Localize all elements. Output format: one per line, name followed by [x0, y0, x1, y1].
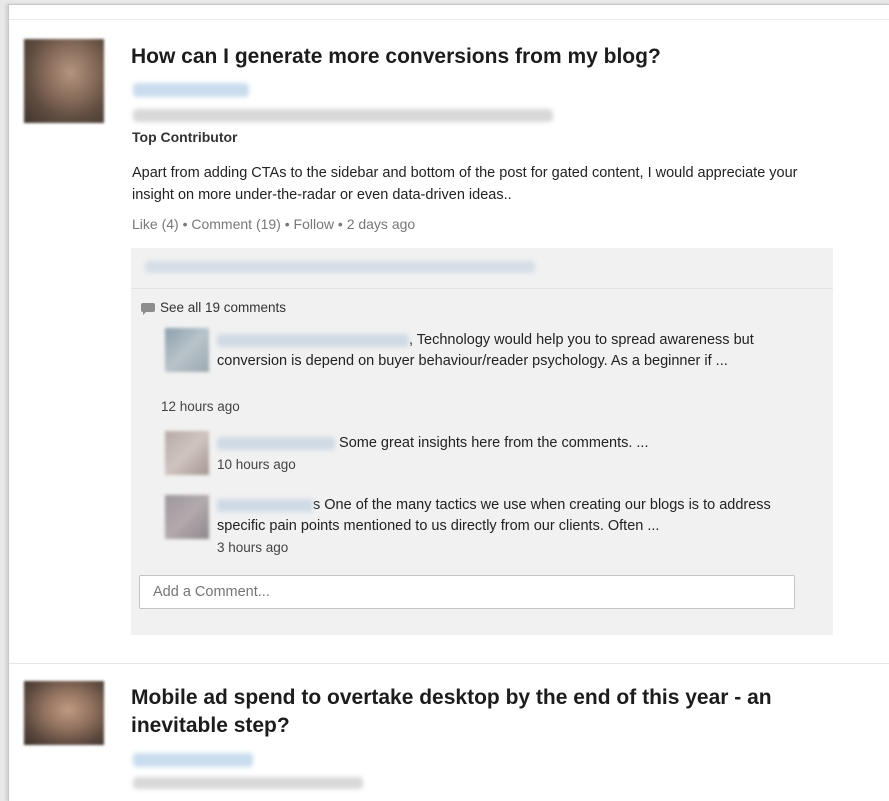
comment-text: Some great insights here from the commen… [335, 435, 649, 451]
post-title[interactable]: Mobile ad spend to overtake desktop by t… [131, 684, 831, 740]
separator: • [178, 216, 192, 232]
author-headline-blurred [133, 777, 363, 789]
see-all-label: See all 19 comments [160, 300, 287, 315]
post-divider [9, 663, 889, 664]
comment-timestamp: 10 hours ago [217, 457, 296, 472]
commenter-avatar[interactable] [165, 328, 209, 372]
comment-item: s One of the many tactics we use when cr… [217, 495, 817, 559]
see-all-comments-link[interactable]: See all 19 comments [141, 300, 286, 315]
comment-link[interactable]: Comment (19) [191, 216, 280, 232]
post-body: Apart from adding CTAs to the sidebar an… [132, 165, 798, 203]
comment-timestamp: 12 hours ago [161, 399, 240, 414]
post-title[interactable]: How can I generate more conversions from… [131, 43, 661, 71]
post-timestamp: 2 days ago [346, 216, 416, 232]
author-name-blurred[interactable] [133, 83, 249, 97]
add-comment-input[interactable] [139, 575, 795, 609]
separator: • [334, 216, 347, 232]
author-headline-blurred [133, 109, 553, 122]
comment-timestamp: 3 hours ago [217, 540, 289, 555]
likers-row [131, 248, 833, 289]
follow-link[interactable]: Follow [294, 216, 334, 232]
discussion-feed: How can I generate more conversions from… [8, 4, 889, 801]
comments-panel: See all 19 comments , Technology would h… [131, 248, 833, 635]
post-actions: Like (4) • Comment (19) • Follow • 2 day… [132, 216, 415, 232]
comment-item: Some great insights here from the commen… [217, 433, 817, 476]
speech-bubble-icon [141, 303, 155, 315]
commenter-name-blurred[interactable] [217, 498, 313, 512]
top-contributor-badge: Top Contributor [132, 129, 238, 145]
likers-list-blurred[interactable] [145, 261, 535, 273]
commenter-name-blurred[interactable] [217, 333, 409, 347]
author-name-blurred[interactable] [133, 753, 253, 767]
like-link[interactable]: Like (4) [132, 216, 179, 232]
commenter-avatar[interactable] [165, 495, 209, 539]
comment-item: , Technology would help you to spread aw… [217, 330, 817, 372]
commenter-name-blurred[interactable] [217, 436, 335, 450]
separator: • [280, 216, 294, 232]
author-avatar[interactable] [24, 39, 104, 123]
commenter-avatar[interactable] [165, 431, 209, 475]
feed-top-bar [9, 5, 889, 20]
author-avatar[interactable] [24, 681, 104, 745]
